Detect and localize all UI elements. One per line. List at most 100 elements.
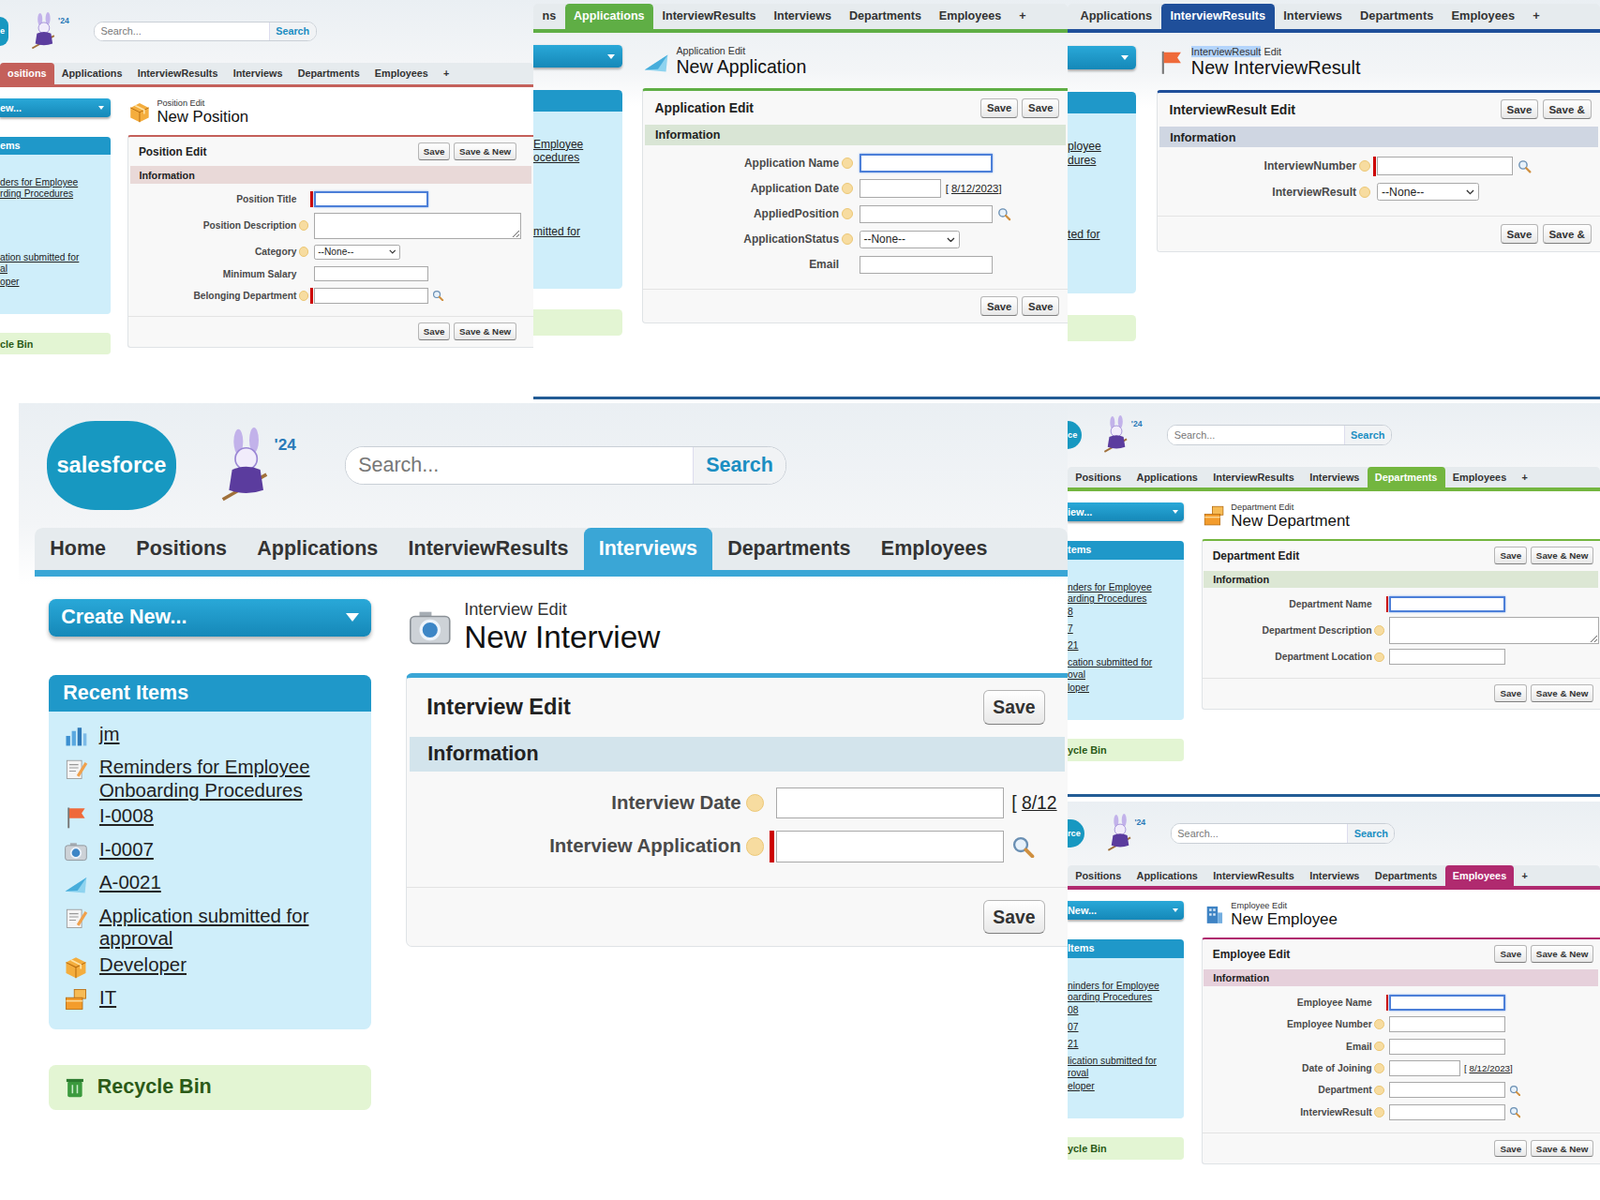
create-new-button[interactable]: ew... [0,98,111,119]
help-icon[interactable] [746,793,764,812]
link-text[interactable]: I-0007 [99,837,154,862]
link-text[interactable]: jm [99,722,120,747]
form-button[interactable]: Save [418,322,450,341]
tab[interactable]: InterviewResults [1161,3,1275,30]
recent-item[interactable]: ted for [1067,226,1128,247]
tab[interactable]: ns [533,3,566,29]
link-text[interactable]: IT [99,986,117,1010]
salesforce-logo[interactable]: rce [1067,819,1085,849]
recent-item-link[interactable]: Reminders for EmployeeOnboarding Procedu… [99,755,311,802]
recent-item[interactable]: I-0008 [62,801,358,835]
recent-item-link[interactable]: ninders for Employeeoarding Procedures [1067,980,1160,1004]
recent-item[interactable] [0,216,104,234]
link-text[interactable]: lication submitted for [1067,1055,1157,1067]
help-icon[interactable] [299,290,310,301]
text-input[interactable] [1376,156,1513,176]
link-text[interactable]: nders for Employee [1067,582,1152,594]
link-text[interactable]: roval [1067,1067,1157,1079]
link-text[interactable]: A-0021 [99,870,162,895]
link-text[interactable]: eloper [1067,1080,1095,1092]
tab[interactable]: Applications [565,3,654,29]
link-text[interactable]: 7 [1067,623,1074,635]
recent-item-link[interactable]: nders for Employeearding Procedures [1067,582,1152,606]
search-input[interactable] [1167,425,1344,445]
tab[interactable]: + [1524,3,1550,30]
help-icon[interactable] [841,233,853,245]
recycle-bin[interactable]: ycle Bin [1067,1136,1184,1160]
recent-item-link[interactable]: 8 [1067,606,1074,618]
recent-item[interactable]: ninders for Employeeoarding Procedures [1067,978,1178,1003]
tab[interactable]: Applications [54,62,131,85]
recent-item[interactable]: I-0007 [62,835,358,868]
recycle-bin[interactable] [533,309,623,336]
recent-item-link[interactable]: ders for Employeerding Procedures [0,177,78,201]
text-input[interactable] [314,287,429,304]
create-new-button[interactable] [533,44,623,68]
tab[interactable]: Employees [929,3,1010,29]
link-text[interactable]: loper [1067,682,1090,694]
recent-item[interactable]: Application submitted forapproval [62,901,358,951]
search-button[interactable]: Search [1346,823,1394,843]
help-icon[interactable] [841,157,853,169]
link-text[interactable]: ployee [1067,139,1102,154]
recent-item-link[interactable]: 7 [1067,623,1074,635]
recent-item[interactable]: 7 [1067,622,1178,640]
picklist[interactable]: --None-- [1376,182,1480,201]
search-button[interactable]: Search [269,22,316,41]
recent-item[interactable] [533,242,614,263]
recent-item[interactable] [533,183,614,204]
link-text[interactable]: dures [1067,153,1102,168]
form-button[interactable]: Save & New [1530,944,1594,963]
recent-item-link[interactable]: Employeeocedures [533,137,584,165]
recent-item-link[interactable]: Developer [99,953,187,977]
tab[interactable]: Applications [1128,466,1206,489]
tab[interactable]: InterviewResults [392,527,584,570]
link-text[interactable]: 07 [1067,1021,1079,1033]
tab[interactable]: Employees [866,527,1003,570]
salesforce-logo[interactable]: ce [1067,420,1082,450]
tab[interactable]: Employees [367,62,436,85]
link-text[interactable]: al [0,263,79,275]
recent-item[interactable] [0,233,104,251]
form-button[interactable]: Save & New [1530,546,1594,565]
magnifier-icon[interactable] [432,289,444,301]
text-input[interactable] [859,255,993,275]
form-button[interactable]: Save [983,899,1047,935]
recent-item[interactable]: Developer [62,950,358,984]
tab[interactable]: + [1513,466,1536,489]
help-icon[interactable] [1374,625,1385,636]
search-button[interactable]: Search [1344,425,1391,445]
magnifier-icon[interactable] [997,207,1011,221]
recent-item[interactable]: 07 [1067,1020,1178,1038]
recent-item[interactable]: nders for Employeearding Procedures [1067,580,1178,605]
text-input[interactable] [776,787,1004,819]
recent-item[interactable]: 8 [1067,605,1178,623]
help-icon[interactable] [1374,1041,1385,1052]
today-link[interactable]: 8/12/2023 [1468,1062,1511,1074]
recent-item-link[interactable]: ployeedures [1067,139,1102,167]
recent-item[interactable]: ation submitted foral [0,250,104,275]
recent-item[interactable]: jm [62,718,358,752]
create-new-button[interactable] [1067,45,1137,69]
link-text[interactable]: approval [99,927,309,951]
recent-item-link[interactable]: I-0007 [99,837,154,862]
recent-item-link[interactable]: 07 [1067,1021,1079,1033]
tab[interactable]: Departments [1350,3,1442,30]
recycle-bin[interactable]: cle Bin [0,332,111,356]
help-icon[interactable] [1374,1062,1385,1074]
form-button[interactable]: Save [1494,684,1527,703]
help-icon[interactable] [1359,186,1371,198]
text-input[interactable] [1389,648,1505,665]
recent-item[interactable]: ployeedures [1067,137,1128,167]
link-text[interactable]: Reminders for Employee [99,755,311,779]
link-text[interactable]: Onboarding Procedures [99,778,311,803]
recent-item[interactable] [1067,563,1178,581]
tab[interactable]: Departments [712,527,867,570]
recent-item[interactable] [533,164,614,184]
form-button[interactable]: Save [1494,546,1527,565]
help-icon[interactable] [299,220,310,231]
text-input[interactable] [1389,994,1505,1011]
link-text[interactable]: Developer [99,953,187,977]
text-input[interactable] [859,179,942,198]
magnifier-icon[interactable] [1011,835,1035,859]
